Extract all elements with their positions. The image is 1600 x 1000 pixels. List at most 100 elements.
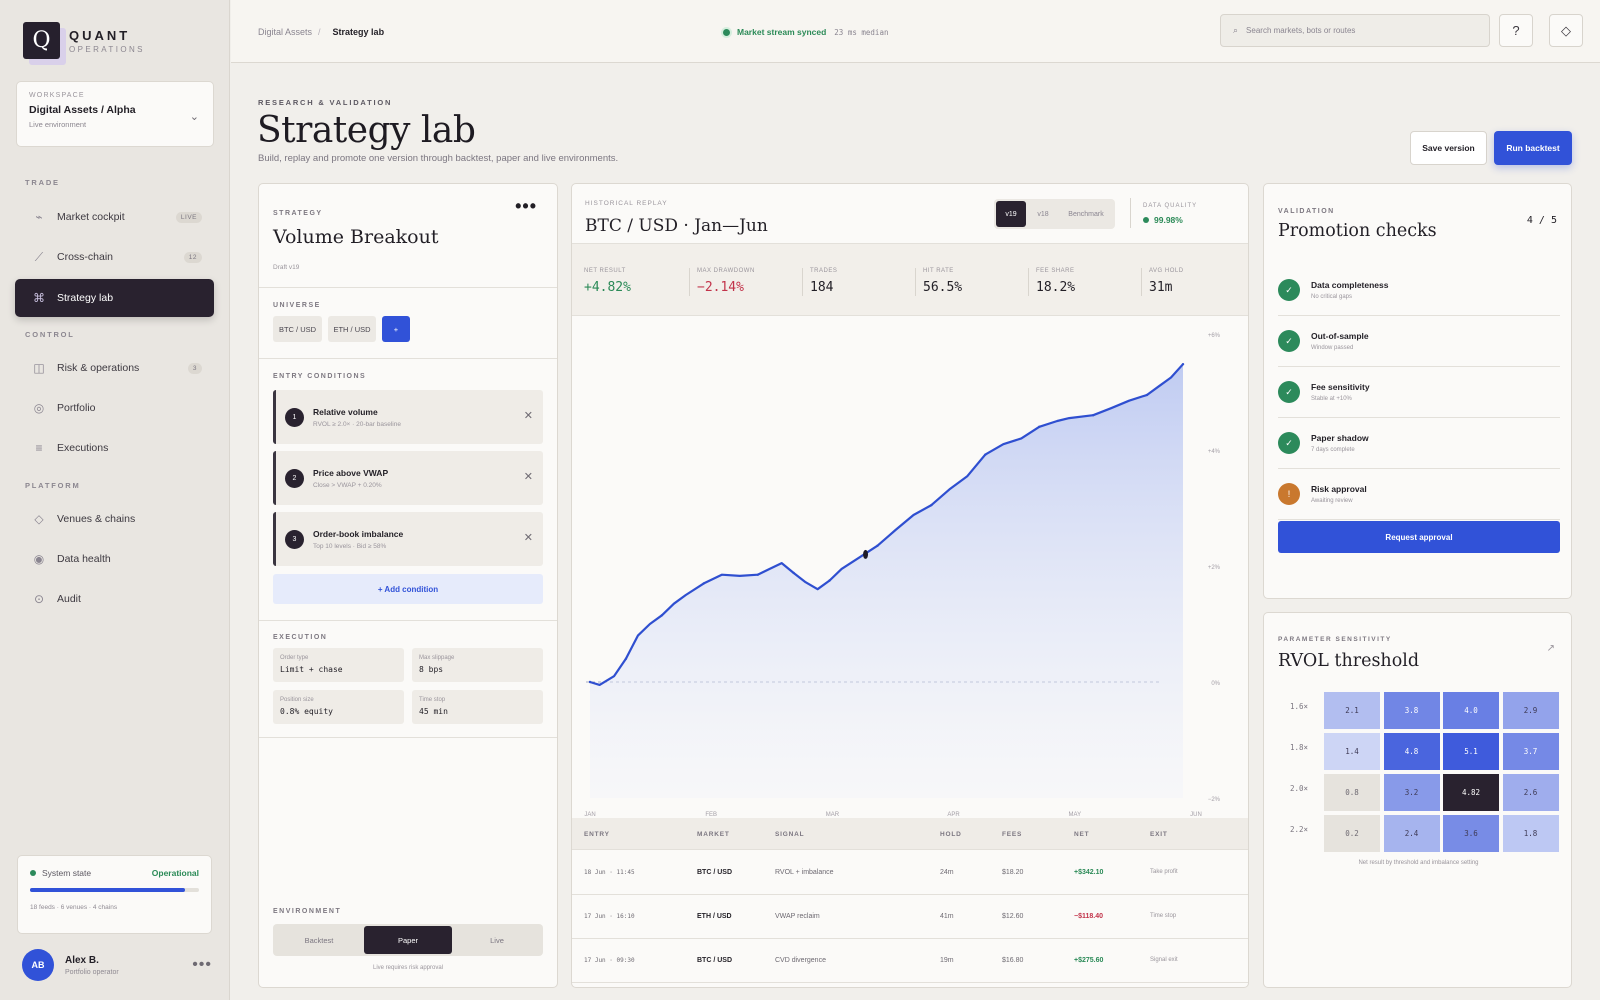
sidebar-item-strategy-lab[interactable]: ⌘ Strategy lab bbox=[15, 279, 214, 317]
workspace-env: Live environment bbox=[29, 120, 87, 129]
heatmap-cell[interactable]: 2.9 bbox=[1502, 692, 1559, 729]
heatmap-cell[interactable]: 2.4 bbox=[1383, 815, 1440, 852]
sidebar-item-venues-chains[interactable]: ◇ Venues & chains bbox=[15, 500, 214, 538]
universe-chip[interactable]: BTC / USD bbox=[273, 316, 322, 342]
run-backtest-button[interactable]: Run backtest bbox=[1494, 131, 1572, 165]
table-row[interactable]: 17 Jun · 16:10 ETH / USD VWAP reclaim 41m $1… bbox=[572, 895, 1248, 939]
execution-field[interactable]: Order type Limit + chase bbox=[273, 648, 404, 682]
help-button[interactable]: ? bbox=[1499, 14, 1533, 47]
heatmap-cell[interactable]: 4.82 bbox=[1443, 774, 1499, 811]
trade-marker[interactable] bbox=[863, 549, 869, 559]
entry-condition[interactable]: 3 Order-book imbalance Top 10 levels · Bid… bbox=[273, 512, 543, 566]
system-state-card[interactable]: System state Operational 18 feeds · 6 ve… bbox=[17, 855, 212, 934]
search-input[interactable]: ⌕ Search markets, bots or routes bbox=[1220, 14, 1490, 47]
execution-field-value: 0.8% equity bbox=[280, 707, 333, 716]
close-icon[interactable]: ✕ bbox=[524, 409, 533, 422]
heatmap-cell[interactable]: 0.2 bbox=[1324, 815, 1380, 852]
y-tick-label: +4% bbox=[1208, 449, 1221, 455]
sidebar-item-portfolio[interactable]: ◎ Portfolio bbox=[15, 389, 214, 427]
execution-field[interactable]: Max slippage 8 bps bbox=[412, 648, 543, 682]
user-name: Alex B. bbox=[65, 954, 99, 966]
universe-chip[interactable]: ETH / USD bbox=[328, 316, 376, 342]
table-header[interactable]: HOLD bbox=[940, 831, 962, 838]
equity-chart[interactable]: +6%+4%+2%0%−2%JAN FEB MAR APR MAY JUN bbox=[572, 316, 1249, 818]
add-universe-button[interactable]: + bbox=[382, 316, 410, 342]
check-title: Paper shadow bbox=[1311, 433, 1369, 443]
avatar: AB bbox=[22, 949, 54, 981]
system-meta: 18 feeds · 6 venues · 4 chains bbox=[30, 904, 118, 911]
sidebar-item-audit[interactable]: ⊙ Audit bbox=[15, 580, 214, 618]
table-row[interactable]: 18 Jun · 11:45 BTC / USD RVOL + imbalance 2… bbox=[572, 851, 1248, 895]
table-header[interactable]: SIGNAL bbox=[775, 831, 804, 838]
table-header[interactable]: NET bbox=[1074, 831, 1089, 838]
add-condition-button[interactable]: + Add condition bbox=[273, 574, 543, 604]
heatmap-cell[interactable]: 1.8 bbox=[1502, 815, 1559, 852]
sidebar-item-market-cockpit[interactable]: ⌁ Market cockpit LIVE bbox=[15, 198, 214, 236]
heatmap-cell[interactable]: 3.6 bbox=[1443, 815, 1499, 852]
sidebar-item-risk-operations[interactable]: ◫ Risk & operations 3 bbox=[15, 349, 214, 387]
heatmap-cell[interactable]: 3.8 bbox=[1383, 692, 1440, 729]
execution-field-value: 8 bps bbox=[419, 665, 444, 674]
heatmap-cell[interactable]: 2.1 bbox=[1324, 692, 1380, 729]
sidebar-item-executions[interactable]: ≡ Executions bbox=[15, 429, 214, 467]
kpi-fee-share: FEE SHARE 18.2% bbox=[1036, 268, 1075, 295]
heatmap-cell[interactable]: 2.6 bbox=[1502, 774, 1559, 811]
sidebar-item-cross-chain[interactable]: ⟋ Cross-chain 12 bbox=[15, 238, 214, 276]
promotion-check[interactable]: ✓ Data completeness No critical gaps bbox=[1278, 266, 1560, 316]
heatmap-cell[interactable]: 3.2 bbox=[1383, 774, 1440, 811]
save-version-button[interactable]: Save version bbox=[1410, 131, 1487, 165]
table-header[interactable]: ENTRY bbox=[584, 831, 610, 838]
env-backtest-option[interactable]: Backtest bbox=[275, 926, 363, 954]
promotion-check[interactable]: ! Risk approval Awaiting review bbox=[1278, 470, 1560, 520]
entry-condition[interactable]: 1 Relative volume RVOL ≥ 2.0× · 20-bar bas… bbox=[273, 390, 543, 444]
entry-condition[interactable]: 2 Price above VWAP Close > VWAP + 0.20% ✕ bbox=[273, 451, 543, 505]
workspace-label: WORKSPACE bbox=[29, 92, 85, 99]
table-cell: 19m bbox=[940, 957, 954, 964]
table-cell: 18 Jun · 11:45 bbox=[584, 869, 635, 876]
env-live-option[interactable]: Live bbox=[453, 926, 541, 954]
expand-icon[interactable]: ↗ bbox=[1547, 643, 1555, 654]
table-header[interactable]: MARKET bbox=[697, 831, 730, 838]
table-row[interactable]: 17 Jun · 09:30 BTC / USD CVD divergence 19m… bbox=[572, 939, 1248, 983]
heatmap-cell[interactable]: 4.0 bbox=[1443, 692, 1499, 729]
env-paper-option[interactable]: Paper bbox=[364, 926, 452, 954]
more-icon[interactable]: ••• bbox=[192, 956, 212, 974]
close-icon[interactable]: ✕ bbox=[524, 531, 533, 544]
brand-logo[interactable]: Q QUANT OPERATIONS bbox=[23, 22, 145, 59]
execution-field[interactable]: Position size 0.8% equity bbox=[273, 690, 404, 724]
heatmap-cell[interactable]: 1.4 bbox=[1324, 733, 1380, 770]
table-header[interactable]: FEES bbox=[1002, 831, 1022, 838]
command-icon: ⌘ bbox=[33, 291, 45, 305]
kpi-label: NET RESULT bbox=[584, 268, 626, 274]
equity-point bbox=[984, 453, 987, 456]
more-icon[interactable]: ••• bbox=[515, 196, 537, 217]
condition-number: 2 bbox=[285, 469, 304, 488]
user-profile[interactable]: AB Alex B. Portfolio operator ••• bbox=[22, 949, 212, 981]
version-v19-option[interactable]: v19 bbox=[996, 201, 1026, 227]
table-header[interactable]: EXIT bbox=[1150, 831, 1168, 838]
heatmap-cell[interactable]: 3.7 bbox=[1502, 733, 1559, 770]
heatmap-cell[interactable]: 4.8 bbox=[1383, 733, 1440, 770]
close-icon[interactable]: ✕ bbox=[524, 470, 533, 483]
heatmap-cell[interactable]: 0.8 bbox=[1324, 774, 1380, 811]
sidebar-item-data-health[interactable]: ◉ Data health bbox=[15, 540, 214, 578]
benchmark-option[interactable]: Benchmark bbox=[1060, 201, 1112, 227]
status-dot-icon bbox=[30, 870, 36, 876]
version-v18-option[interactable]: v18 bbox=[1028, 201, 1058, 227]
grid-icon: ◫ bbox=[33, 361, 45, 375]
heatmap-cell[interactable]: 5.1 bbox=[1443, 733, 1499, 770]
execution-field[interactable]: Time stop 45 min bbox=[412, 690, 543, 724]
dot-circle-icon: ⊙ bbox=[33, 592, 45, 606]
request-approval-button[interactable]: Request approval bbox=[1278, 521, 1560, 553]
promotion-check[interactable]: ✓ Fee sensitivity Stable at +10% bbox=[1278, 368, 1560, 418]
sidebar-item-label: Portfolio bbox=[57, 402, 96, 414]
execution-field-label: Max slippage bbox=[419, 655, 455, 661]
theme-toggle-button[interactable]: ◇ bbox=[1549, 14, 1583, 47]
table-cell: Signal exit bbox=[1150, 957, 1178, 963]
environment-switch: Backtest Paper Live bbox=[273, 924, 543, 956]
promotion-check[interactable]: ✓ Out-of-sample Window passed bbox=[1278, 317, 1560, 367]
heatmap-row-label: 1.8× bbox=[1289, 743, 1308, 752]
workspace-selector[interactable]: WORKSPACE Digital Assets / Alpha Live en… bbox=[16, 81, 214, 147]
breadcrumb-root[interactable]: Digital Assets bbox=[258, 27, 312, 37]
promotion-check[interactable]: ✓ Paper shadow 7 days complete bbox=[1278, 419, 1560, 469]
